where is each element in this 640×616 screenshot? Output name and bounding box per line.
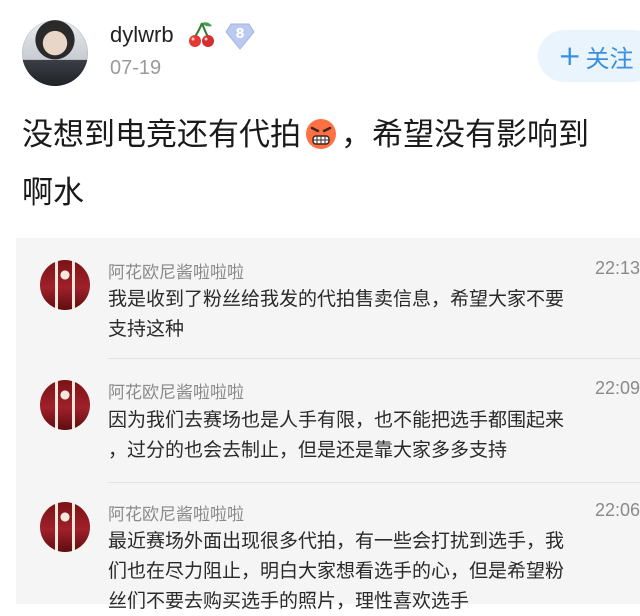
username[interactable]: dylwrb bbox=[110, 22, 174, 48]
post-text-part-2: ，希望没有影响到 bbox=[341, 117, 589, 153]
comment-text: 最近赛场外面出现很多代拍，有一些会打扰到选手，我 们也在尽力阻止，明白大家想看选… bbox=[108, 526, 636, 616]
comment-line: 们也在尽力阻止，明白大家想看选手的心，但是希望粉 bbox=[108, 560, 565, 582]
comment-text: 我是收到了粉丝给我发的代拍售卖信息，希望大家不要 支持这种 bbox=[108, 284, 636, 344]
angry-face-icon bbox=[306, 119, 336, 149]
post-text-part-1: 没想到电竞还有代拍 bbox=[22, 117, 301, 153]
post-header: dylwrb 8 07-19 + 关注 bbox=[0, 0, 640, 100]
commenter-name: 阿花欧尼酱啦啦啦 bbox=[108, 383, 244, 403]
commenter-avatar bbox=[40, 502, 90, 552]
comment-line: ，过分的也会去制止，但是还是靠大家多多支持 bbox=[108, 439, 508, 461]
comment-line: 因为我们去赛场也是人手有限，也不能把选手都围起来 bbox=[108, 409, 565, 431]
commenter-avatar bbox=[40, 260, 90, 310]
vip-diamond-icon: 8 bbox=[225, 22, 255, 50]
commenter-name: 阿花欧尼酱啦啦啦 bbox=[108, 263, 244, 283]
post-date: 07-19 bbox=[110, 57, 162, 79]
comment-item: 阿花欧尼酱啦啦啦 22:09 因为我们去赛场也是人手有限，也不能把选手都围起来 … bbox=[16, 360, 640, 478]
comment-item: 阿花欧尼酱啦啦啦 22:13 我是收到了粉丝给我发的代拍售卖信息，希望大家不要 … bbox=[16, 238, 640, 356]
comment-line: 丝们不要去购买选手的照片，理性喜欢选手 bbox=[108, 590, 470, 612]
commenter-avatar bbox=[40, 380, 90, 430]
follow-label: 关注 bbox=[585, 44, 634, 73]
user-avatar[interactable] bbox=[22, 20, 88, 86]
post-body: 没想到电竞还有代拍 ，希望没有影响到 啊水 bbox=[22, 106, 640, 222]
comment-time: 22:09 bbox=[594, 378, 640, 398]
comment-line: 支持这种 bbox=[108, 318, 185, 340]
divider bbox=[108, 358, 640, 359]
comment-line: 我是收到了粉丝给我发的代拍售卖信息，希望大家不要 bbox=[108, 288, 565, 310]
embedded-comments-screenshot: 阿花欧尼酱啦啦啦 22:13 我是收到了粉丝给我发的代拍售卖信息，希望大家不要 … bbox=[16, 238, 640, 612]
comment-time: 22:06 bbox=[594, 500, 640, 520]
divider bbox=[108, 482, 640, 483]
commenter-name: 阿花欧尼酱啦啦啦 bbox=[108, 505, 244, 525]
comment-time: 22:13 bbox=[594, 258, 640, 278]
comment-line: 最近赛场外面出现很多代拍，有一些会打扰到选手，我 bbox=[108, 530, 565, 552]
plus-icon: + bbox=[558, 39, 582, 72]
post-text-line-2: 啊水 bbox=[22, 175, 84, 211]
comment-item: 阿花欧尼酱啦啦啦 22:06 最近赛场外面出现很多代拍，有一些会打扰到选手，我 … bbox=[16, 484, 640, 612]
cherry-icon bbox=[189, 22, 214, 47]
post-text-line-1: 没想到电竞还有代拍 ，希望没有影响到 bbox=[22, 106, 640, 164]
comment-text: 因为我们去赛场也是人手有限，也不能把选手都围起来 ，过分的也会去制止，但是还是靠… bbox=[108, 405, 636, 465]
follow-button[interactable]: + 关注 bbox=[538, 30, 640, 82]
vip-level: 8 bbox=[235, 27, 245, 42]
